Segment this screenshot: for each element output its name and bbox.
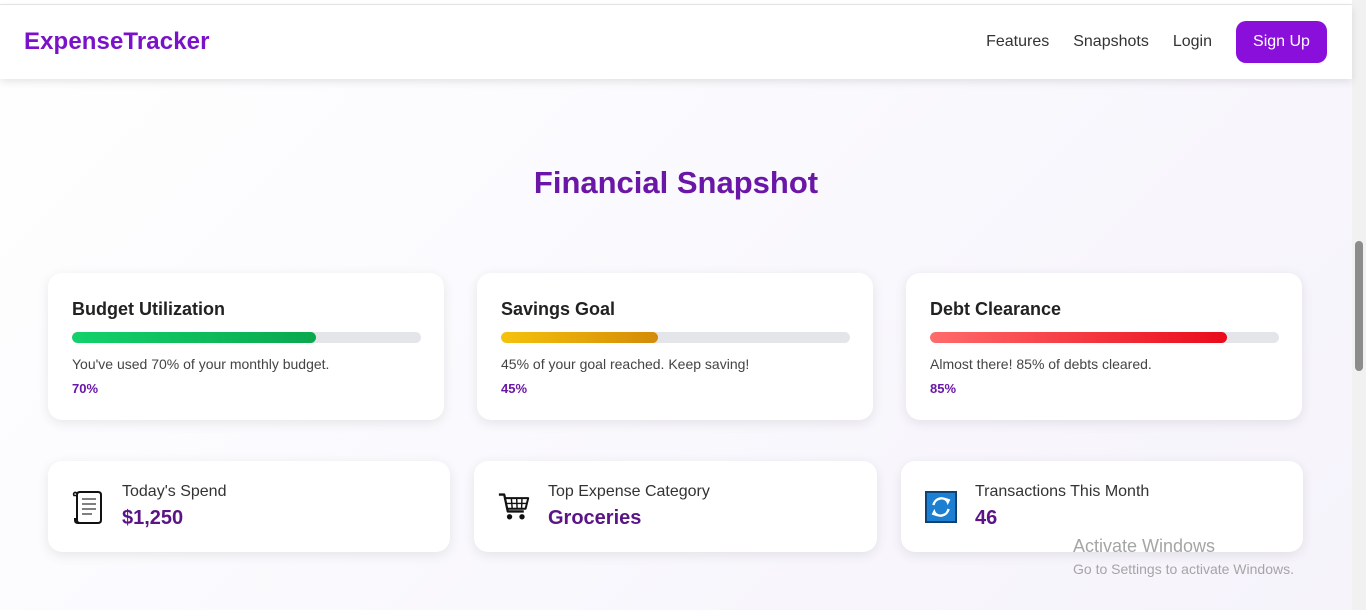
goal-percent: 45%	[501, 381, 528, 396]
goal-title: Savings Goal	[501, 299, 616, 319]
stat-value: 46	[975, 507, 998, 529]
transactions-this-month-card: Transactions This Month 46	[901, 461, 1303, 552]
navbar: ExpenseTracker Features Snapshots Login …	[0, 5, 1352, 79]
progress-fill	[930, 332, 1227, 343]
top-expense-category-card: Top Expense Category Groceries	[474, 461, 877, 552]
debt-clearance-card: Debt Clearance Almost there! 85% of debt…	[906, 273, 1302, 420]
nav-link-features[interactable]: Features	[986, 33, 1049, 51]
nav-link-snapshots[interactable]: Snapshots	[1073, 33, 1149, 51]
goal-percent: 70%	[72, 381, 99, 396]
progress-track	[72, 332, 421, 343]
progress-fill	[501, 332, 659, 343]
budget-utilization-card: Budget Utilization You've used 70% of yo…	[48, 273, 444, 420]
refresh-icon	[925, 489, 957, 525]
stat-value: Groceries	[548, 507, 642, 529]
nav-links: Features Snapshots Login Sign Up	[962, 21, 1327, 63]
nav-link-login[interactable]: Login	[1173, 33, 1212, 51]
section-title: Financial Snapshot	[533, 165, 819, 200]
progress-fill	[72, 332, 317, 343]
goal-percent: 85%	[930, 381, 957, 396]
stat-text: Top Expense Category Groceries	[548, 483, 710, 530]
goal-title: Budget Utilization	[72, 299, 225, 319]
scrollbar-thumb[interactable]	[1355, 241, 1363, 371]
goal-description: Almost there! 85% of debts cleared.	[930, 356, 1152, 372]
todays-spend-card: Today's Spend $1,250	[48, 461, 450, 552]
page-scrollbar[interactable]	[1352, 0, 1366, 610]
stat-label: Transactions This Month	[975, 483, 1150, 500]
receipt-icon	[72, 489, 104, 525]
sign-up-button[interactable]: Sign Up	[1236, 21, 1327, 63]
progress-track	[930, 332, 1279, 343]
goal-description: You've used 70% of your monthly budget.	[72, 356, 330, 372]
watermark-subtitle: Go to Settings to activate Windows.	[1073, 561, 1294, 577]
stat-text: Transactions This Month 46	[975, 483, 1149, 530]
goal-description: 45% of your goal reached. Keep saving!	[501, 356, 750, 372]
stat-text: Today's Spend $1,250	[122, 483, 226, 530]
logo[interactable]: ExpenseTracker	[24, 28, 210, 56]
stat-value: $1,250	[122, 507, 184, 529]
shopping-cart-icon	[498, 489, 530, 525]
goal-title: Debt Clearance	[930, 299, 1062, 319]
stat-label: Today's Spend	[122, 483, 227, 500]
progress-track	[501, 332, 850, 343]
stat-label: Top Expense Category	[548, 483, 710, 500]
savings-goal-card: Savings Goal 45% of your goal reached. K…	[477, 273, 873, 420]
